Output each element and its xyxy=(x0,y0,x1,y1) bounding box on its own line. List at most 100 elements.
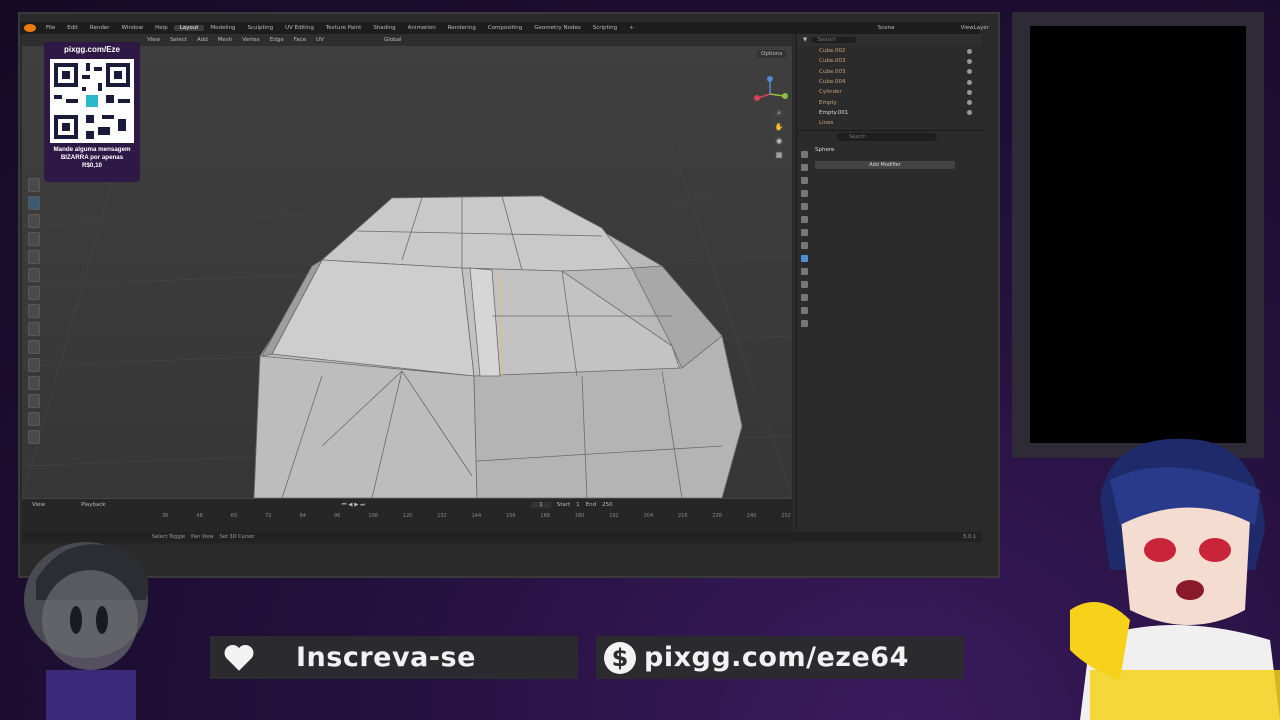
menu-window[interactable]: Window xyxy=(115,25,149,31)
menu-edge[interactable]: Edge xyxy=(265,37,289,43)
eye-icon[interactable] xyxy=(967,100,972,106)
camera-icon[interactable]: ◉ xyxy=(774,136,784,146)
donation-banner[interactable]: $ pixgg.com/eze64 xyxy=(596,636,964,679)
loop-cut-tool-icon[interactable] xyxy=(28,286,40,300)
spin-tool-icon[interactable] xyxy=(28,340,40,354)
object-tab-icon[interactable] xyxy=(800,242,808,249)
tab-uv-editing[interactable]: UV Editing xyxy=(279,25,320,31)
zoom-icon[interactable]: ⌕ xyxy=(774,108,784,118)
poly-build-tool-icon[interactable] xyxy=(28,322,40,336)
measure-tool-icon[interactable] xyxy=(28,196,40,210)
outliner-item[interactable]: Cube.002 xyxy=(797,46,982,56)
tab-shading[interactable]: Shading xyxy=(367,25,401,31)
menu-mesh[interactable]: Mesh xyxy=(213,37,237,43)
eye-icon[interactable] xyxy=(967,48,972,54)
outliner-item[interactable]: Lines xyxy=(797,118,982,128)
start-frame-field[interactable]: 1 xyxy=(576,502,580,508)
knife-tool-icon[interactable] xyxy=(28,304,40,318)
smooth-tool-icon[interactable] xyxy=(28,358,40,372)
playback-menu[interactable]: Playback xyxy=(81,502,106,508)
right-avatar-illustration xyxy=(1070,438,1280,720)
tool-tab-icon[interactable] xyxy=(800,151,808,158)
menu-face[interactable]: Face xyxy=(289,37,311,43)
rip-tool-icon[interactable] xyxy=(28,430,40,444)
outliner-item[interactable]: Cylinder xyxy=(797,87,982,97)
end-frame-field[interactable]: 250 xyxy=(602,502,613,508)
outliner-item[interactable]: Cube.003 xyxy=(797,67,982,77)
navigation-gizmo[interactable] xyxy=(750,74,790,114)
world-tab-icon[interactable] xyxy=(800,216,808,223)
inset-tool-icon[interactable] xyxy=(28,250,40,264)
data-tab-icon[interactable] xyxy=(800,307,808,314)
tab-texture-paint[interactable]: Texture Paint xyxy=(320,25,368,31)
outliner-item[interactable]: Cube.003 xyxy=(797,56,982,66)
view-layer-tab-icon[interactable] xyxy=(800,190,808,197)
eye-icon[interactable] xyxy=(967,89,972,95)
timeline-view-menu[interactable]: View xyxy=(32,502,45,508)
ruler-tick: 240 xyxy=(746,513,757,519)
view-layer-selector[interactable]: ViewLayer xyxy=(955,25,995,31)
blender-logo-icon[interactable] xyxy=(24,24,36,32)
eye-icon[interactable] xyxy=(967,110,972,116)
filter-icon[interactable]: ▼ xyxy=(803,37,807,43)
subscribe-banner[interactable]: Inscreva-se xyxy=(210,636,578,679)
ruler-tick: 84 xyxy=(299,513,306,519)
ruler-tick: 120 xyxy=(402,513,413,519)
orientation-dropdown[interactable]: Global xyxy=(379,37,407,43)
eye-icon[interactable] xyxy=(967,69,972,75)
menu-render[interactable]: Render xyxy=(84,25,116,31)
scene-selector[interactable]: Scene xyxy=(872,25,901,31)
current-frame-field[interactable]: 1 xyxy=(531,502,551,508)
constraints-tab-icon[interactable] xyxy=(800,294,808,301)
annotate-tool-icon[interactable] xyxy=(28,178,40,192)
tab-sculpting[interactable]: Sculpting xyxy=(241,25,279,31)
output-tab-icon[interactable] xyxy=(800,177,808,184)
outliner-item[interactable]: Empty.001 xyxy=(797,108,982,118)
menu-file[interactable]: File xyxy=(40,25,61,31)
material-tab-icon[interactable] xyxy=(800,320,808,327)
add-cube-tool-icon[interactable] xyxy=(28,214,40,228)
tab-geometry-nodes[interactable]: Geometry Nodes xyxy=(528,25,586,31)
ortho-grid-icon[interactable]: ▦ xyxy=(774,150,784,160)
menu-edit[interactable]: Edit xyxy=(61,25,84,31)
pan-hand-icon[interactable]: ✋ xyxy=(774,122,784,132)
ruler-tick: 228 xyxy=(712,513,722,519)
tab-rendering[interactable]: Rendering xyxy=(442,25,482,31)
outliner-item[interactable]: Empty xyxy=(797,97,982,107)
edge-slide-tool-icon[interactable] xyxy=(28,376,40,390)
playback-controls[interactable]: ⏮ ◀ ▶ ⏭ xyxy=(342,502,366,509)
menu-add[interactable]: Add xyxy=(192,37,213,43)
shear-tool-icon[interactable] xyxy=(28,412,40,426)
eye-icon[interactable] xyxy=(967,58,972,64)
physics-tab-icon[interactable] xyxy=(800,281,808,288)
properties-search[interactable]: Search xyxy=(837,133,937,141)
bevel-tool-icon[interactable] xyxy=(28,268,40,282)
menu-vertex[interactable]: Vertex xyxy=(237,37,265,43)
particles-tab-icon[interactable] xyxy=(800,268,808,275)
options-dropdown[interactable]: Options xyxy=(757,50,787,58)
viewport-nav-buttons: ⌕ ✋ ◉ ▦ xyxy=(774,108,784,160)
tab-animation[interactable]: Animation xyxy=(402,25,442,31)
shrink-tool-icon[interactable] xyxy=(28,394,40,408)
add-workspace-button[interactable]: + xyxy=(623,25,640,31)
render-tab-icon[interactable] xyxy=(800,164,808,171)
collection-tab-icon[interactable] xyxy=(800,229,808,236)
tab-modeling[interactable]: Modeling xyxy=(204,25,241,31)
ruler-tick: 156 xyxy=(506,513,516,519)
outliner-search[interactable]: Search xyxy=(811,37,857,43)
outliner-item[interactable]: Cube.004 xyxy=(797,77,982,87)
tab-scripting[interactable]: Scripting xyxy=(587,25,623,31)
menu-select[interactable]: Select xyxy=(165,37,192,43)
modifier-tab-icon[interactable] xyxy=(800,255,808,262)
tab-compositing[interactable]: Compositing xyxy=(482,25,528,31)
add-modifier-button[interactable]: Add Modifier xyxy=(815,161,955,169)
tab-layout[interactable]: Layout xyxy=(173,25,205,31)
extrude-tool-icon[interactable] xyxy=(28,232,40,246)
menu-view[interactable]: View xyxy=(142,37,165,43)
menu-help[interactable]: Help xyxy=(149,25,174,31)
eye-icon[interactable] xyxy=(967,79,972,85)
end-label: End xyxy=(585,502,597,508)
outliner-header: ▼ Search xyxy=(797,34,982,46)
scene-tab-icon[interactable] xyxy=(800,203,808,210)
menu-uv[interactable]: UV xyxy=(311,37,329,43)
